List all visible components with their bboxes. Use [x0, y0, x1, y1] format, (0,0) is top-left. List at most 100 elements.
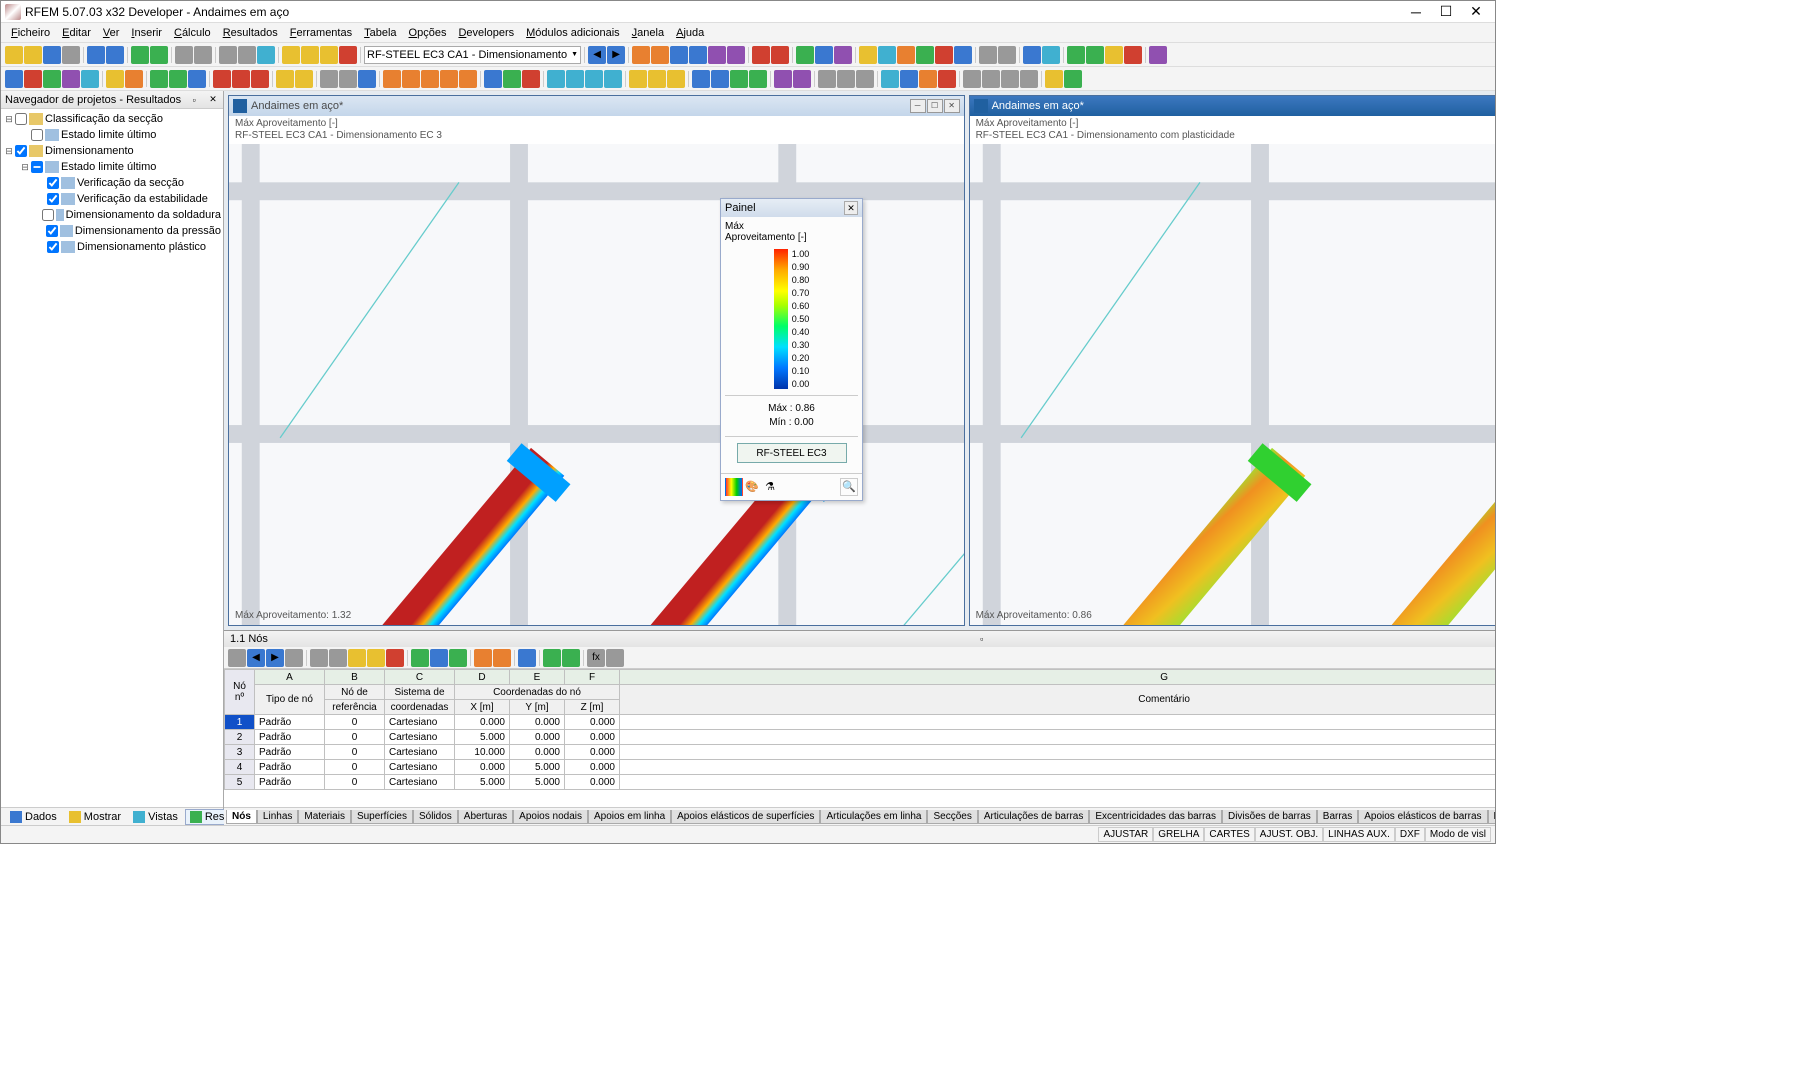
- result-selector[interactable]: RF-STEEL EC3 CA1 - Dimensionamento ▼: [364, 46, 581, 64]
- lc2-icon[interactable]: [295, 70, 313, 88]
- nav-item[interactable]: Estado limite último: [3, 127, 221, 143]
- show2-icon[interactable]: [651, 46, 669, 64]
- open-icon[interactable]: [24, 46, 42, 64]
- table-tab[interactable]: Superfícies: [351, 810, 413, 824]
- table-row[interactable]: 5Padrão0Cartesiano5.0005.0000.000: [225, 775, 1496, 790]
- load1-icon[interactable]: [752, 46, 770, 64]
- mem-icon[interactable]: [125, 70, 143, 88]
- nav-checkbox[interactable]: [15, 113, 27, 125]
- menu-módulos-adicionais[interactable]: Módulos adicionais: [520, 25, 626, 41]
- rot2-icon[interactable]: [900, 70, 918, 88]
- rot1-icon[interactable]: [881, 70, 899, 88]
- menu-resultados[interactable]: Resultados: [217, 25, 284, 41]
- table2-icon[interactable]: [301, 46, 319, 64]
- snap-icon[interactable]: [238, 46, 256, 64]
- vp-max-button[interactable]: ☐: [927, 99, 943, 113]
- arc-icon[interactable]: [62, 70, 80, 88]
- grid-icon[interactable]: [219, 46, 237, 64]
- nav-tab-mostrar[interactable]: Mostrar: [64, 809, 126, 825]
- nav-item[interactable]: Verificação da estabilidade: [3, 191, 221, 207]
- copy-icon[interactable]: [131, 46, 149, 64]
- fl1-icon[interactable]: [774, 70, 792, 88]
- table-row[interactable]: 4Padrão0Cartesiano0.0005.0000.000: [225, 760, 1496, 775]
- view2-icon[interactable]: [878, 46, 896, 64]
- ex1-icon[interactable]: [1045, 70, 1063, 88]
- minimize-button[interactable]: ─: [1401, 2, 1431, 22]
- panel-filter-icon[interactable]: ⚗: [761, 478, 779, 496]
- save-icon[interactable]: [43, 46, 61, 64]
- nav-item[interactable]: Dimensionamento da pressão: [3, 223, 221, 239]
- tbl-sel2-icon[interactable]: [493, 649, 511, 667]
- nav-tab-vistas[interactable]: Vistas: [128, 809, 183, 825]
- expand-icon[interactable]: ⊟: [3, 114, 15, 125]
- table-tab[interactable]: Articulações de barras: [978, 810, 1090, 824]
- vp-min-button[interactable]: ─: [910, 99, 926, 113]
- tbl-sort-icon[interactable]: [411, 649, 429, 667]
- status-cell[interactable]: AJUSTAR: [1098, 827, 1153, 842]
- nav-checkbox[interactable]: [31, 161, 43, 173]
- menu-ficheiro[interactable]: Ficheiro: [5, 25, 56, 41]
- nav-tab-dados[interactable]: Dados: [5, 809, 62, 825]
- lbl1-icon[interactable]: [818, 70, 836, 88]
- lc1-icon[interactable]: [276, 70, 294, 88]
- surf-icon[interactable]: [81, 70, 99, 88]
- project-icon[interactable]: [175, 46, 193, 64]
- mesh1-icon[interactable]: [796, 46, 814, 64]
- tbl-fx2-icon[interactable]: [606, 649, 624, 667]
- mv1-icon[interactable]: [484, 70, 502, 88]
- ex2-icon[interactable]: [1064, 70, 1082, 88]
- panel-header[interactable]: Painel ✕: [721, 199, 862, 217]
- tbl-sel-icon[interactable]: [474, 649, 492, 667]
- table-tab[interactable]: Apoios elásticos de barras: [1358, 810, 1487, 824]
- opt1-icon[interactable]: [1067, 46, 1085, 64]
- menu-ajuda[interactable]: Ajuda: [670, 25, 710, 41]
- sup3-icon[interactable]: [188, 70, 206, 88]
- status-cell[interactable]: Modo de visl: [1425, 827, 1491, 842]
- sup1-icon[interactable]: [150, 70, 168, 88]
- maximize-button[interactable]: ☐: [1431, 2, 1461, 22]
- opt4-icon[interactable]: [1124, 46, 1142, 64]
- mv3-icon[interactable]: [522, 70, 540, 88]
- vp-close-button[interactable]: ✕: [944, 99, 960, 113]
- grp3-icon[interactable]: [1001, 70, 1019, 88]
- menu-inserir[interactable]: Inserir: [125, 25, 168, 41]
- table-tab[interactable]: Sólidos: [413, 810, 458, 824]
- navigator-tree[interactable]: ⊟Classificação da secçãoEstado limite úl…: [1, 109, 223, 807]
- ed1-icon[interactable]: [383, 70, 401, 88]
- ax2-icon[interactable]: [648, 70, 666, 88]
- grp2-icon[interactable]: [982, 70, 1000, 88]
- sec-icon[interactable]: [106, 70, 124, 88]
- print-icon[interactable]: [62, 46, 80, 64]
- tbl-last-icon[interactable]: [285, 649, 303, 667]
- menu-janela[interactable]: Janela: [626, 25, 670, 41]
- table-tab[interactable]: Divisões de barras: [1222, 810, 1317, 824]
- expand-icon[interactable]: ⊟: [19, 162, 31, 173]
- menu-ver[interactable]: Ver: [97, 25, 126, 41]
- close-button[interactable]: ✕: [1461, 2, 1491, 22]
- status-cell[interactable]: AJUST. OBJ.: [1255, 827, 1323, 842]
- load2-icon[interactable]: [771, 46, 789, 64]
- vw4-icon[interactable]: [604, 70, 622, 88]
- tbl-excel-icon[interactable]: [543, 649, 561, 667]
- view1-icon[interactable]: [859, 46, 877, 64]
- vw3-icon[interactable]: [585, 70, 603, 88]
- table-tab[interactable]: Barras: [1317, 810, 1358, 824]
- table-tab[interactable]: Apoios nodais: [513, 810, 588, 824]
- table-row[interactable]: 2Padrão0Cartesiano5.0000.0000.000: [225, 730, 1496, 745]
- paste-icon[interactable]: [150, 46, 168, 64]
- rot3-icon[interactable]: [919, 70, 937, 88]
- menu-ferramentas[interactable]: Ferramentas: [284, 25, 358, 41]
- help-icon[interactable]: [1149, 46, 1167, 64]
- tbl-filter-icon[interactable]: [430, 649, 448, 667]
- menu-cálculo[interactable]: Cálculo: [168, 25, 217, 41]
- table-tab[interactable]: Materiais: [298, 810, 351, 824]
- mesh3-icon[interactable]: [834, 46, 852, 64]
- nav-checkbox[interactable]: [47, 177, 59, 189]
- table-tab[interactable]: Linhas: [257, 810, 298, 824]
- viewport-right-canvas[interactable]: z x Máx Aproveitamento: 0.86: [970, 144, 1495, 625]
- prev-icon[interactable]: ◀: [588, 46, 606, 64]
- tbl-prev-icon[interactable]: ◀: [247, 649, 265, 667]
- new-icon[interactable]: [5, 46, 23, 64]
- view6-icon[interactable]: [954, 46, 972, 64]
- grp1-icon[interactable]: [963, 70, 981, 88]
